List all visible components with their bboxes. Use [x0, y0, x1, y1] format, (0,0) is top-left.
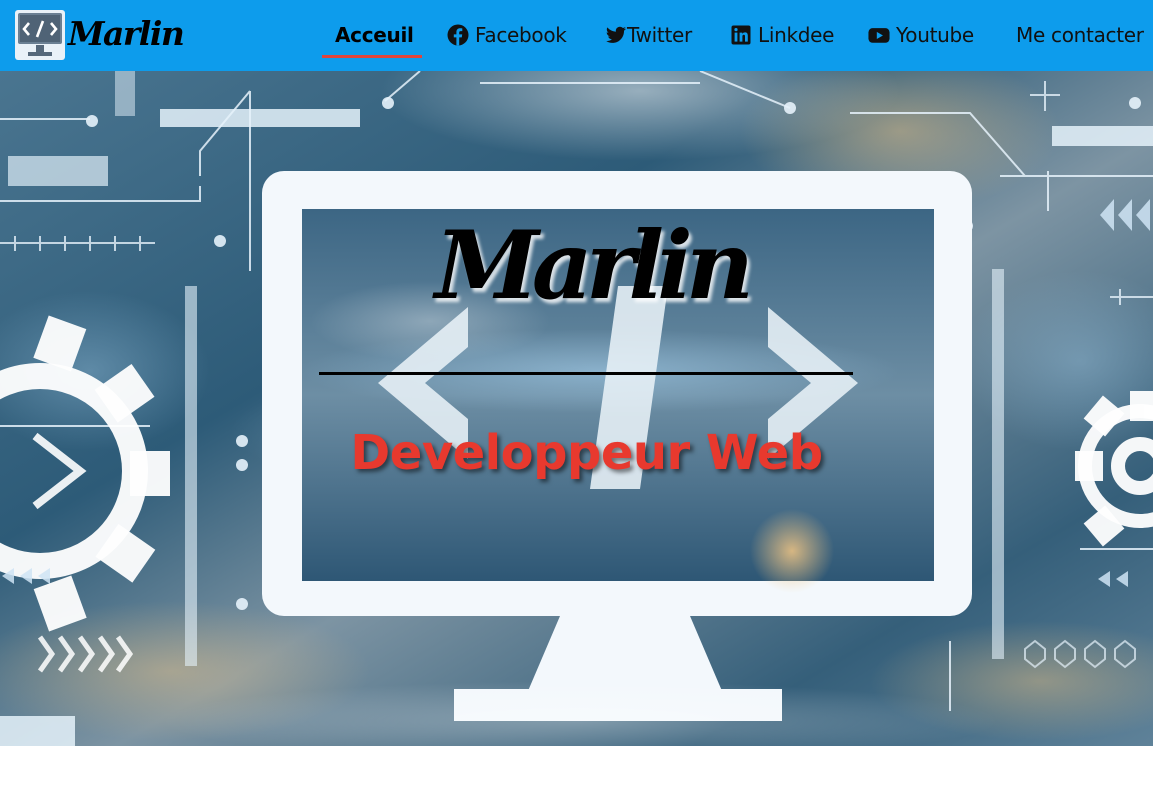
nav-item-label: Facebook	[475, 23, 567, 47]
nav-item-facebook[interactable]: Facebook	[447, 15, 567, 55]
twitter-icon	[605, 24, 627, 46]
hero-subtitle: Developpeur Web	[350, 425, 823, 481]
nav-item-label: Me contacter	[1016, 23, 1144, 47]
brand-name: Marlin	[68, 13, 185, 53]
nav-item-label: Youtube	[896, 23, 974, 47]
nav-item-acceuil[interactable]: Acceuil	[335, 15, 414, 55]
code-monitor-icon	[15, 10, 65, 60]
nav-item-label: Linkdee	[758, 23, 835, 47]
top-navbar: Marlin Acceuil Facebook Twitter Linkdee	[0, 0, 1153, 71]
linkedin-icon	[730, 24, 752, 46]
nav-item-label: Acceuil	[335, 23, 414, 47]
nav-item-twitter[interactable]: Twitter	[605, 15, 692, 55]
youtube-icon	[868, 24, 890, 46]
nav-item-youtube[interactable]: Youtube	[868, 15, 974, 55]
nav-item-contact[interactable]: Me contacter	[1016, 15, 1144, 55]
active-nav-underline	[322, 55, 422, 58]
hero-banner: Marlin Developpeur Web	[0, 71, 1153, 746]
nav-item-linkdee[interactable]: Linkdee	[730, 15, 834, 55]
brand-logo-link[interactable]: Marlin	[14, 9, 185, 61]
facebook-icon	[447, 24, 469, 46]
hero-background-image	[0, 71, 1153, 746]
hero-title: Marlin	[434, 211, 754, 321]
hero-divider	[319, 372, 853, 375]
nav-item-label: Twitter	[627, 23, 692, 47]
